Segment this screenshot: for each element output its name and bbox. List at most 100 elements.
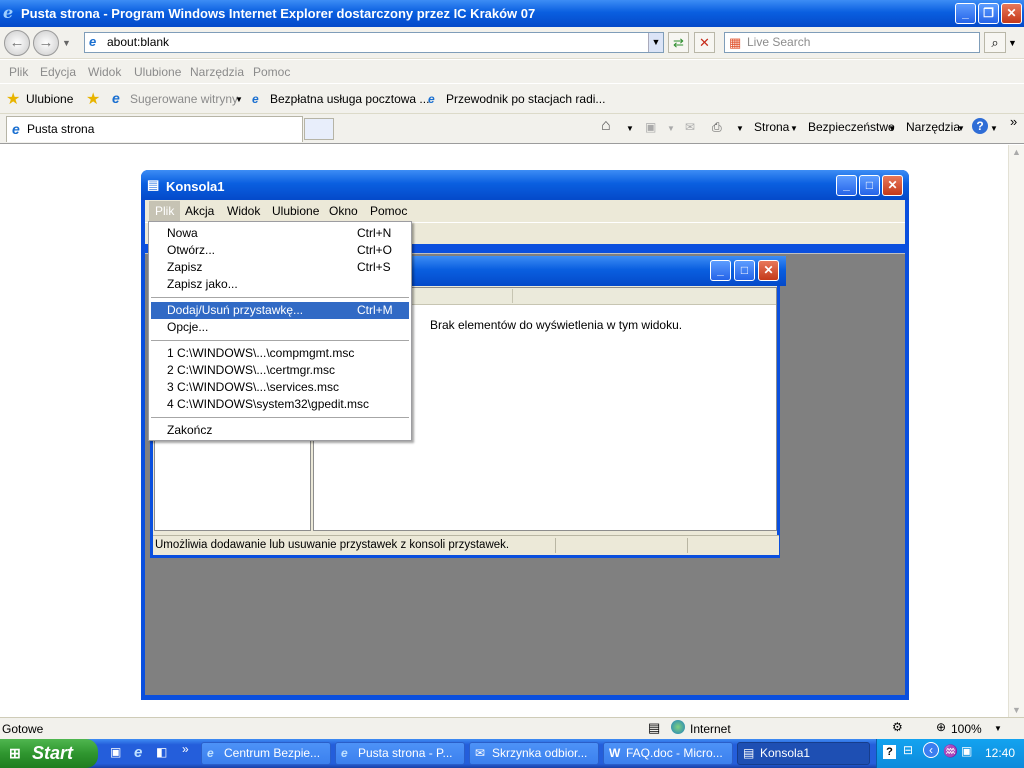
home-dropdown-icon[interactable]: ▼ — [626, 124, 634, 133]
tools-dropdown-icon[interactable]: ▼ — [957, 124, 965, 133]
search-input[interactable]: ▦ Live Search — [724, 32, 980, 53]
menu-item-recent-3[interactable]: 3 C:\WINDOWS\...\services.msc — [151, 379, 409, 396]
help-dropdown-icon[interactable]: ▼ — [990, 124, 998, 133]
menu-item-open[interactable]: Otwórz... Ctrl+O — [151, 242, 409, 259]
print-dropdown-icon[interactable]: ▼ — [736, 124, 744, 133]
feeds-icon[interactable]: ▣ — [645, 120, 656, 134]
clock[interactable]: 12:40 — [985, 746, 1015, 760]
quicklaunch-ie-icon[interactable]: e — [134, 744, 142, 761]
help-icon[interactable]: ? — [972, 118, 988, 134]
mmc-title-bar[interactable]: ▤ Konsola1 _ □ ✕ — [141, 170, 909, 200]
child-close-button[interactable]: ✕ — [758, 260, 779, 281]
new-tab-button[interactable] — [304, 118, 334, 140]
toolbar-chevron-icon[interactable]: » — [1010, 114, 1017, 129]
mmc-menu-pomoc[interactable]: Pomoc — [370, 204, 407, 218]
task-ie-blank[interactable]: e Pusta strona - P... — [335, 742, 465, 765]
safety-menu-button[interactable]: Bezpieczeństwo — [808, 120, 895, 134]
restore-button[interactable]: ❐ — [978, 3, 999, 24]
menu-ulubione[interactable]: Ulubione — [134, 65, 181, 79]
menu-item-options[interactable]: Opcje... — [151, 319, 409, 336]
menu-item-recent-2[interactable]: 2 C:\WINDOWS\...\certmgr.msc — [151, 362, 409, 379]
menu-item-recent-1[interactable]: 1 C:\WINDOWS\...\compmgmt.msc — [151, 345, 409, 362]
feeds-dropdown-icon[interactable]: ▼ — [667, 124, 675, 133]
suggested-dropdown-icon[interactable]: ▼ — [235, 95, 243, 104]
address-dropdown-button[interactable]: ▼ — [648, 33, 663, 52]
home-icon[interactable]: ⌂ — [601, 117, 611, 135]
close-button[interactable]: ✕ — [1001, 3, 1022, 24]
file-menu-dropdown: Nowa Ctrl+N Otwórz... Ctrl+O Zapisz Ctrl+S … — [148, 221, 412, 441]
task-inbox[interactable]: ✉ Skrzynka odbior... — [469, 742, 599, 765]
mmc-menu-akcja[interactable]: Akcja — [185, 204, 214, 218]
mmc-menu-plik[interactable]: Plik — [149, 201, 181, 221]
menu-item-exit[interactable]: Zakończ — [151, 422, 409, 439]
mmc-menu-okno[interactable]: Okno — [329, 204, 358, 218]
scroll-down-icon[interactable]: ▼ — [1012, 705, 1021, 715]
scroll-up-icon[interactable]: ▲ — [1012, 147, 1021, 157]
ie-window-title: Pusta strona - Program Windows Internet … — [21, 6, 536, 21]
forward-button[interactable]: → — [33, 30, 59, 56]
mail-icon[interactable]: ✉ — [685, 120, 695, 134]
menu-edycja[interactable]: Edycja — [40, 65, 76, 79]
ie-logo-icon: e — [3, 3, 14, 22]
collapse-tray-icon[interactable]: ‹ — [923, 742, 939, 758]
mmc-menu-ulubione[interactable]: Ulubione — [272, 204, 319, 218]
page-status-icon: ▤ — [648, 720, 661, 735]
ie-status-bar: Gotowe ▤ Internet ⚙ ⊕ 100% ▼ — [0, 717, 1024, 739]
add-favorite-icon[interactable]: ★ — [86, 89, 100, 109]
search-button[interactable]: ⌕ — [984, 32, 1006, 53]
ie-page-icon: e — [428, 92, 435, 106]
mmc-minimize-button[interactable]: _ — [836, 175, 857, 196]
menu-item-save[interactable]: Zapisz Ctrl+S — [151, 259, 409, 276]
history-dropdown-icon[interactable]: ▼ — [62, 38, 71, 48]
menu-item-new[interactable]: Nowa Ctrl+N — [151, 225, 409, 242]
favorites-button[interactable]: Ulubione — [26, 92, 73, 106]
menu-item-save-as[interactable]: Zapisz jako... — [151, 276, 409, 293]
page-dropdown-icon[interactable]: ▼ — [790, 124, 798, 133]
stop-button[interactable]: ✕ — [694, 32, 715, 53]
tab-blank-page[interactable]: e Pusta strona — [6, 116, 303, 142]
quicklaunch-media-icon[interactable]: ◧ — [156, 745, 167, 759]
ie-page-icon: e — [12, 121, 20, 137]
task-security-center[interactable]: e Centrum Bezpie... — [201, 742, 331, 765]
child-minimize-button[interactable]: _ — [710, 260, 731, 281]
display-tray-icon[interactable]: ▣ — [961, 744, 972, 758]
menu-plik[interactable]: Plik — [9, 65, 28, 79]
menu-widok[interactable]: Widok — [88, 65, 121, 79]
refresh-button[interactable]: ⇄ — [668, 32, 689, 53]
start-button[interactable]: ⊞ Start — [0, 739, 98, 768]
quicklaunch-chevron-icon[interactable]: » — [182, 742, 189, 756]
vertical-scrollbar[interactable]: ▲ ▼ — [1008, 145, 1024, 717]
fav-link-mail[interactable]: Bezpłatna usługa pocztowa ... — [270, 92, 429, 106]
mmc-menu-widok[interactable]: Widok — [227, 204, 260, 218]
search-options-icon[interactable]: ▼ — [1008, 38, 1017, 48]
quicklaunch-desktop-icon[interactable]: ▣ — [110, 745, 121, 759]
help-tray-icon[interactable]: ? — [883, 745, 896, 759]
page-menu-button[interactable]: Strona — [754, 120, 789, 134]
menu-item-add-remove-snapin[interactable]: Dodaj/Usuń przystawkę... Ctrl+M — [151, 302, 409, 319]
minimize-button[interactable]: _ — [955, 3, 976, 24]
fav-link-radio[interactable]: Przewodnik po stacjach radi... — [446, 92, 605, 106]
mmc-close-button[interactable]: ✕ — [882, 175, 903, 196]
zoom-level[interactable]: 100% — [951, 722, 982, 736]
audio-tray-icon[interactable]: ♒ — [943, 744, 958, 758]
safety-dropdown-icon[interactable]: ▼ — [888, 124, 896, 133]
start-label: Start — [32, 743, 74, 763]
zoom-dropdown-icon[interactable]: ▼ — [994, 724, 1002, 733]
column-divider[interactable] — [512, 289, 513, 303]
protected-mode-icon[interactable]: ⚙ — [892, 720, 903, 734]
mmc-maximize-button[interactable]: □ — [859, 175, 880, 196]
fav-link-suggested[interactable]: Sugerowane witryny — [130, 92, 238, 106]
task-faq-doc[interactable]: W FAQ.doc - Micro... — [603, 742, 733, 765]
child-maximize-button[interactable]: □ — [734, 260, 755, 281]
back-button[interactable]: ← — [4, 30, 30, 56]
ie-title-bar[interactable]: e Pusta strona - Program Windows Interne… — [0, 0, 1024, 27]
zoom-icon[interactable]: ⊕ — [936, 720, 946, 734]
menu-item-recent-4[interactable]: 4 C:\WINDOWS\system32\gpedit.msc — [151, 396, 409, 413]
network-tray-icon[interactable]: ⊟ — [903, 743, 913, 757]
print-icon[interactable]: ⎙ — [712, 120, 722, 135]
menu-pomoc[interactable]: Pomoc — [253, 65, 290, 79]
tools-menu-button[interactable]: Narzędzia — [906, 120, 960, 134]
task-konsola1[interactable]: ▤ Konsola1 — [737, 742, 870, 765]
address-input[interactable]: e about:blank ▼ — [84, 32, 664, 53]
menu-narzedzia[interactable]: Narzędzia — [190, 65, 244, 79]
